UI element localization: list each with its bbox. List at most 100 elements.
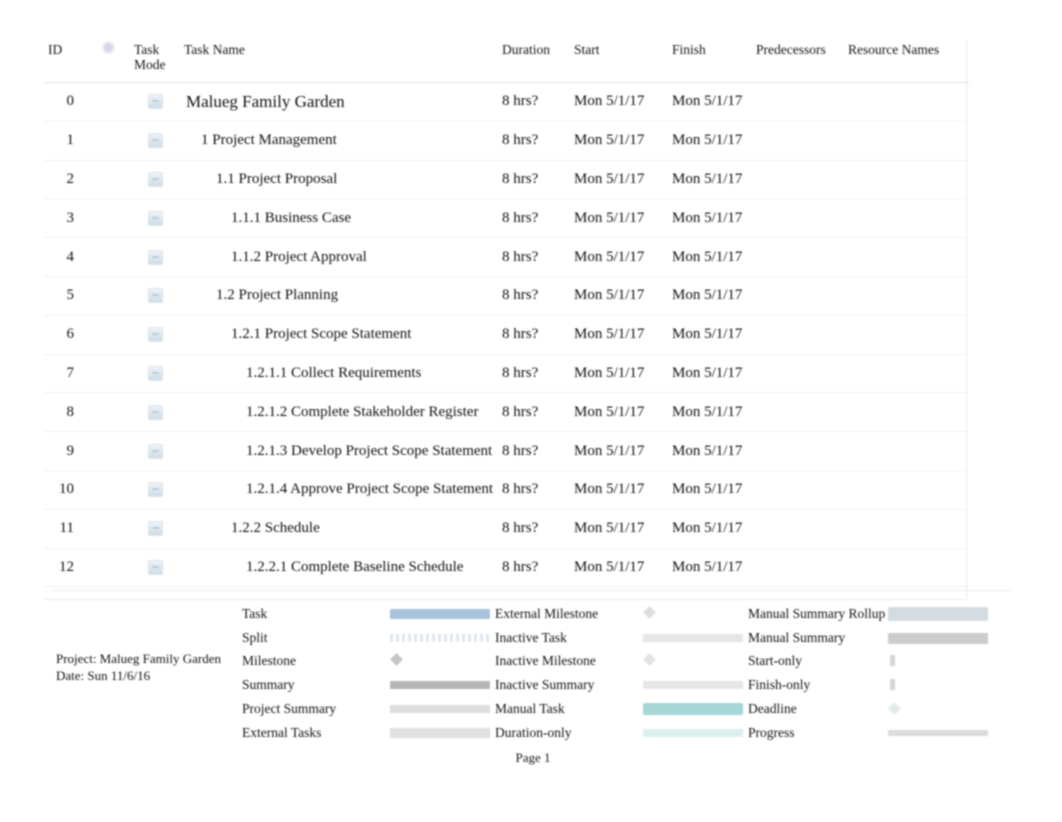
cell-finish[interactable]: Mon 5/1/17 <box>668 354 752 394</box>
cell-indicator[interactable] <box>86 315 130 355</box>
cell-predecessors[interactable] <box>752 392 844 433</box>
cell-resource-names[interactable] <box>844 548 969 588</box>
table-row[interactable]: 5 1.2 Project Planning 8 hrs? Mon 5/1/17 Mon… <box>44 276 969 316</box>
cell-duration[interactable]: 8 hrs? <box>498 121 570 161</box>
cell-task-name[interactable]: Malueg Family Garden <box>180 82 498 122</box>
table-row[interactable]: 8 1.2.1.2 Complete Stakeholder Register 8 … <box>44 392 969 433</box>
column-header-id[interactable]: ID <box>44 40 86 83</box>
table-row[interactable]: 12 1.2.2.1 Complete Baseline Schedule 8 hr… <box>44 548 969 588</box>
cell-task-name[interactable]: 1.1.2 Project Approval <box>180 237 498 277</box>
cell-start[interactable]: Mon 5/1/17 <box>570 354 668 394</box>
cell-task-name[interactable]: 1.2.2.1 Complete Baseline Schedule <box>180 548 498 588</box>
cell-indicator[interactable] <box>86 354 130 394</box>
column-header-task-name[interactable]: Task Name <box>180 40 498 83</box>
cell-resource-names[interactable] <box>844 121 969 161</box>
cell-start[interactable]: Mon 5/1/17 <box>570 431 668 471</box>
cell-finish[interactable]: Mon 5/1/17 <box>668 315 752 355</box>
table-row[interactable]: 0 Malueg Family Garden 8 hrs? Mon 5/1/17 Mon… <box>44 82 969 122</box>
cell-resource-names[interactable] <box>844 237 969 277</box>
cell-resource-names[interactable] <box>844 160 969 200</box>
table-row[interactable]: 10 1.2.1.4 Approve Project Scope Statemen… <box>44 470 969 510</box>
cell-task-mode[interactable] <box>130 470 180 510</box>
cell-duration[interactable]: 8 hrs? <box>498 548 570 588</box>
cell-predecessors[interactable] <box>752 315 844 355</box>
cell-finish[interactable]: Mon 5/1/17 <box>668 82 752 122</box>
cell-duration[interactable]: 8 hrs? <box>498 198 570 239</box>
cell-predecessors[interactable] <box>752 509 844 549</box>
cell-predecessors[interactable] <box>752 160 844 200</box>
cell-duration[interactable]: 8 hrs? <box>498 431 570 471</box>
cell-start[interactable]: Mon 5/1/17 <box>570 509 668 549</box>
cell-task-mode[interactable] <box>130 160 180 200</box>
cell-task-mode[interactable] <box>130 354 180 394</box>
column-header-finish[interactable]: Finish <box>668 40 752 83</box>
cell-task-mode[interactable] <box>130 198 180 239</box>
cell-finish[interactable]: Mon 5/1/17 <box>668 121 752 161</box>
cell-resource-names[interactable] <box>844 315 969 355</box>
cell-start[interactable]: Mon 5/1/17 <box>570 392 668 433</box>
cell-finish[interactable]: Mon 5/1/17 <box>668 276 752 316</box>
cell-task-mode[interactable] <box>130 121 180 161</box>
cell-predecessors[interactable] <box>752 354 844 394</box>
cell-duration[interactable]: 8 hrs? <box>498 160 570 200</box>
cell-resource-names[interactable] <box>844 198 969 239</box>
cell-start[interactable]: Mon 5/1/17 <box>570 160 668 200</box>
cell-finish[interactable]: Mon 5/1/17 <box>668 470 752 510</box>
cell-resource-names[interactable] <box>844 82 969 122</box>
table-row[interactable]: 6 1.2.1 Project Scope Statement 8 hrs? Mon … <box>44 315 969 355</box>
cell-finish[interactable]: Mon 5/1/17 <box>668 431 752 471</box>
cell-start[interactable]: Mon 5/1/17 <box>570 470 668 510</box>
cell-indicator[interactable] <box>86 470 130 510</box>
cell-task-mode[interactable] <box>130 509 180 549</box>
cell-start[interactable]: Mon 5/1/17 <box>570 237 668 277</box>
cell-predecessors[interactable] <box>752 198 844 239</box>
cell-resource-names[interactable] <box>844 470 969 510</box>
cell-task-mode[interactable] <box>130 237 180 277</box>
cell-indicator[interactable] <box>86 431 130 471</box>
cell-duration[interactable]: 8 hrs? <box>498 509 570 549</box>
cell-task-name[interactable]: 1.2.2 Schedule <box>180 509 498 549</box>
column-header-duration[interactable]: Duration <box>498 40 570 83</box>
cell-resource-names[interactable] <box>844 392 969 433</box>
cell-finish[interactable]: Mon 5/1/17 <box>668 392 752 433</box>
column-header-task-mode[interactable]: Task Mode <box>130 40 180 83</box>
cell-start[interactable]: Mon 5/1/17 <box>570 276 668 316</box>
cell-start[interactable]: Mon 5/1/17 <box>570 82 668 122</box>
cell-predecessors[interactable] <box>752 276 844 316</box>
cell-resource-names[interactable] <box>844 509 969 549</box>
table-row[interactable]: 9 1.2.1.3 Develop Project Scope Statement… <box>44 431 969 471</box>
cell-predecessors[interactable] <box>752 548 844 588</box>
cell-indicator[interactable] <box>86 121 130 161</box>
cell-task-mode[interactable] <box>130 315 180 355</box>
cell-duration[interactable]: 8 hrs? <box>498 237 570 277</box>
cell-start[interactable]: Mon 5/1/17 <box>570 121 668 161</box>
cell-task-mode[interactable] <box>130 82 180 122</box>
table-row[interactable]: 11 Project Management 8 hrs? Mon 5/1/17 Mon… <box>44 121 969 161</box>
cell-predecessors[interactable] <box>752 431 844 471</box>
column-header-start[interactable]: Start <box>570 40 668 83</box>
cell-task-name[interactable]: 1.2.1.4 Approve Project Scope Statement <box>180 470 498 510</box>
column-header-predecessors[interactable]: Predecessors <box>752 40 844 83</box>
cell-predecessors[interactable] <box>752 82 844 122</box>
cell-finish[interactable]: Mon 5/1/17 <box>668 160 752 200</box>
cell-task-mode[interactable] <box>130 276 180 316</box>
table-row[interactable]: 11 1.2.2 Schedule 8 hrs? Mon 5/1/17 Mon 5/1/… <box>44 509 969 549</box>
column-header-indicator[interactable] <box>86 40 130 83</box>
cell-task-name[interactable]: 1.2.1.3 Develop Project Scope Statement <box>180 431 498 471</box>
cell-task-mode[interactable] <box>130 392 180 433</box>
cell-task-name[interactable]: 1.2.1 Project Scope Statement <box>180 315 498 355</box>
cell-start[interactable]: Mon 5/1/17 <box>570 548 668 588</box>
cell-resource-names[interactable] <box>844 431 969 471</box>
cell-finish[interactable]: Mon 5/1/17 <box>668 548 752 588</box>
table-row[interactable]: 2 1.1 Project Proposal 8 hrs? Mon 5/1/17 Mon… <box>44 160 969 200</box>
cell-duration[interactable]: 8 hrs? <box>498 392 570 433</box>
cell-indicator[interactable] <box>86 82 130 122</box>
cell-start[interactable]: Mon 5/1/17 <box>570 315 668 355</box>
cell-predecessors[interactable] <box>752 121 844 161</box>
cell-task-mode[interactable] <box>130 431 180 471</box>
cell-finish[interactable]: Mon 5/1/17 <box>668 198 752 239</box>
cell-duration[interactable]: 8 hrs? <box>498 354 570 394</box>
cell-task-name[interactable]: 1.1 Project Proposal <box>180 160 498 200</box>
cell-duration[interactable]: 8 hrs? <box>498 470 570 510</box>
cell-indicator[interactable] <box>86 198 130 239</box>
